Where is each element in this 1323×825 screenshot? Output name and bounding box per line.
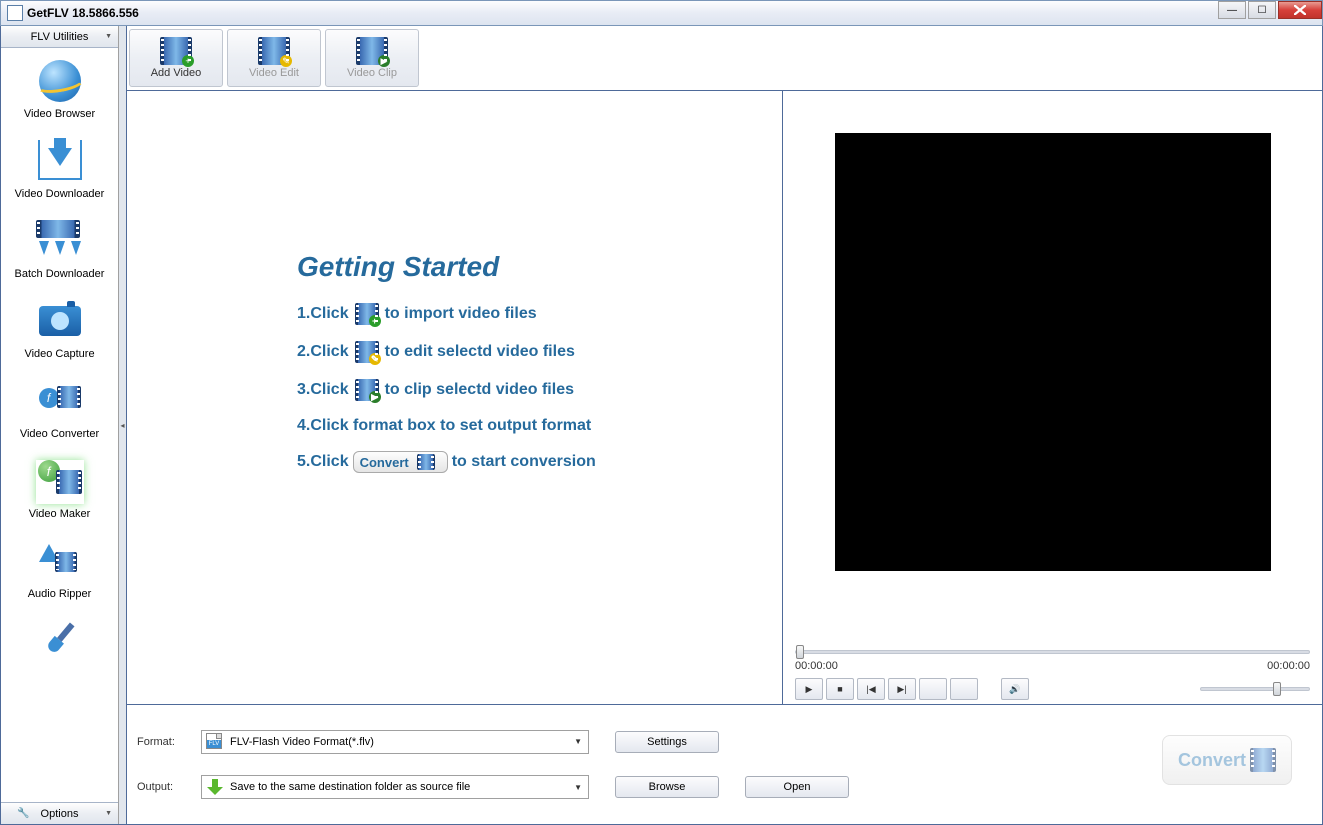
format-combo[interactable]: FLV-Flash Video Format(*.flv) [201,730,589,754]
titlebar: GetFLV 18.5866.556 — ☐ [0,0,1323,26]
disabled-button-2 [950,678,978,700]
edit-icon: ✎ [355,341,379,363]
instructions-panel: Getting Started 1.Click + to import vide… [127,91,782,704]
download-icon [36,140,84,184]
tool-label: Video Edit [249,67,299,79]
clip-icon: ▶ [355,379,379,401]
stop-button[interactable]: ■ [826,678,854,700]
time-current: 00:00:00 [795,660,838,672]
sidebar: FLV Utilities Video Browser Video Downlo… [1,26,119,824]
tool-label: Video Clip [347,67,397,79]
disabled-button-1 [919,678,947,700]
sidebar-item-extra[interactable] [1,608,118,676]
sidebar-bottom-dropdown-label: Options [41,808,79,820]
volume-thumb[interactable] [1273,682,1281,696]
globe-icon [36,60,84,104]
video-clip-button[interactable]: ▶ Video Clip [325,29,419,87]
camera-icon [36,300,84,344]
import-icon: + [355,303,379,325]
video-preview [835,133,1271,571]
maker-icon: f [36,460,84,504]
convert-button-icon [1250,748,1276,772]
video-clip-icon: ▶ [356,37,388,65]
prev-button[interactable]: |◀ [857,678,885,700]
step-1: 1.Click + to import video files [297,303,756,325]
mute-button[interactable]: 🔊 [1001,678,1029,700]
open-button[interactable]: Open [745,776,849,798]
output-value: Save to the same destination folder as s… [230,781,584,793]
video-edit-button[interactable]: ✎ Video Edit [227,29,321,87]
sidebar-item-label: Video Converter [20,428,99,440]
brush-icon [36,620,84,664]
sidebar-item-video-downloader[interactable]: Video Downloader [1,128,118,208]
window-controls: — ☐ [1218,1,1322,19]
toolbar: + Add Video ✎ Video Edit ▶ Video Clip [127,26,1322,91]
settings-button[interactable]: Settings [615,731,719,753]
sidebar-top-dropdown-label: FLV Utilities [31,31,89,43]
progress-thumb[interactable] [796,645,804,659]
add-video-icon: + [160,37,192,65]
output-label: Output: [137,781,189,793]
sidebar-top-dropdown[interactable]: FLV Utilities [1,26,118,48]
batch-download-icon [36,220,84,264]
format-label: Format: [137,736,189,748]
sidebar-item-audio-ripper[interactable]: Audio Ripper [1,528,118,608]
sidebar-item-label: Video Capture [24,348,94,360]
video-edit-icon: ✎ [258,37,290,65]
time-total: 00:00:00 [1267,660,1310,672]
add-video-button[interactable]: + Add Video [129,29,223,87]
close-button[interactable] [1278,1,1322,19]
step-5: 5.Click Convert to start conversion [297,451,756,473]
window-title: GetFLV 18.5866.556 [27,6,1320,20]
sidebar-item-label: Video Browser [24,108,95,120]
sidebar-item-video-browser[interactable]: Video Browser [1,48,118,128]
converter-icon: f [36,380,84,424]
audio-icon [36,540,84,584]
output-combo[interactable]: Save to the same destination folder as s… [201,775,589,799]
sidebar-item-batch-downloader[interactable]: Batch Downloader [1,208,118,288]
convert-pill-icon: Convert [353,451,448,473]
browse-button[interactable]: Browse [615,776,719,798]
progress-slider[interactable] [795,650,1310,654]
sidebar-collapse-handle[interactable] [119,26,127,824]
tool-label: Add Video [151,67,202,79]
play-button[interactable]: ▶ [795,678,823,700]
sidebar-item-video-converter[interactable]: f Video Converter [1,368,118,448]
sidebar-bottom-dropdown[interactable]: Options [1,802,118,824]
convert-button[interactable]: Convert [1162,735,1292,785]
preview-panel: 00:00:00 00:00:00 ▶ ■ |◀ ▶| 🔊 [782,91,1322,704]
convert-button-label: Convert [1178,750,1246,771]
step-4: 4.Click format box to set output format [297,417,756,435]
sidebar-item-label: Video Downloader [15,188,105,200]
sidebar-item-video-maker[interactable]: f Video Maker [1,448,118,528]
sidebar-item-video-capture[interactable]: Video Capture [1,288,118,368]
maximize-button[interactable]: ☐ [1248,1,1276,19]
next-button[interactable]: ▶| [888,678,916,700]
download-folder-icon [206,778,224,796]
sidebar-item-label: Video Maker [29,508,91,520]
app-icon [7,5,23,21]
step-2: 2.Click ✎ to edit selectd video files [297,341,756,363]
getting-started-heading: Getting Started [297,251,756,283]
step-3: 3.Click ▶ to clip selectd video files [297,379,756,401]
sidebar-item-label: Batch Downloader [15,268,105,280]
flv-file-icon [206,733,224,751]
bottom-bar: Format: FLV-Flash Video Format(*.flv) Se… [127,704,1322,824]
volume-slider[interactable] [1200,687,1310,691]
format-value: FLV-Flash Video Format(*.flv) [230,736,584,748]
sidebar-item-label: Audio Ripper [28,588,92,600]
minimize-button[interactable]: — [1218,1,1246,19]
